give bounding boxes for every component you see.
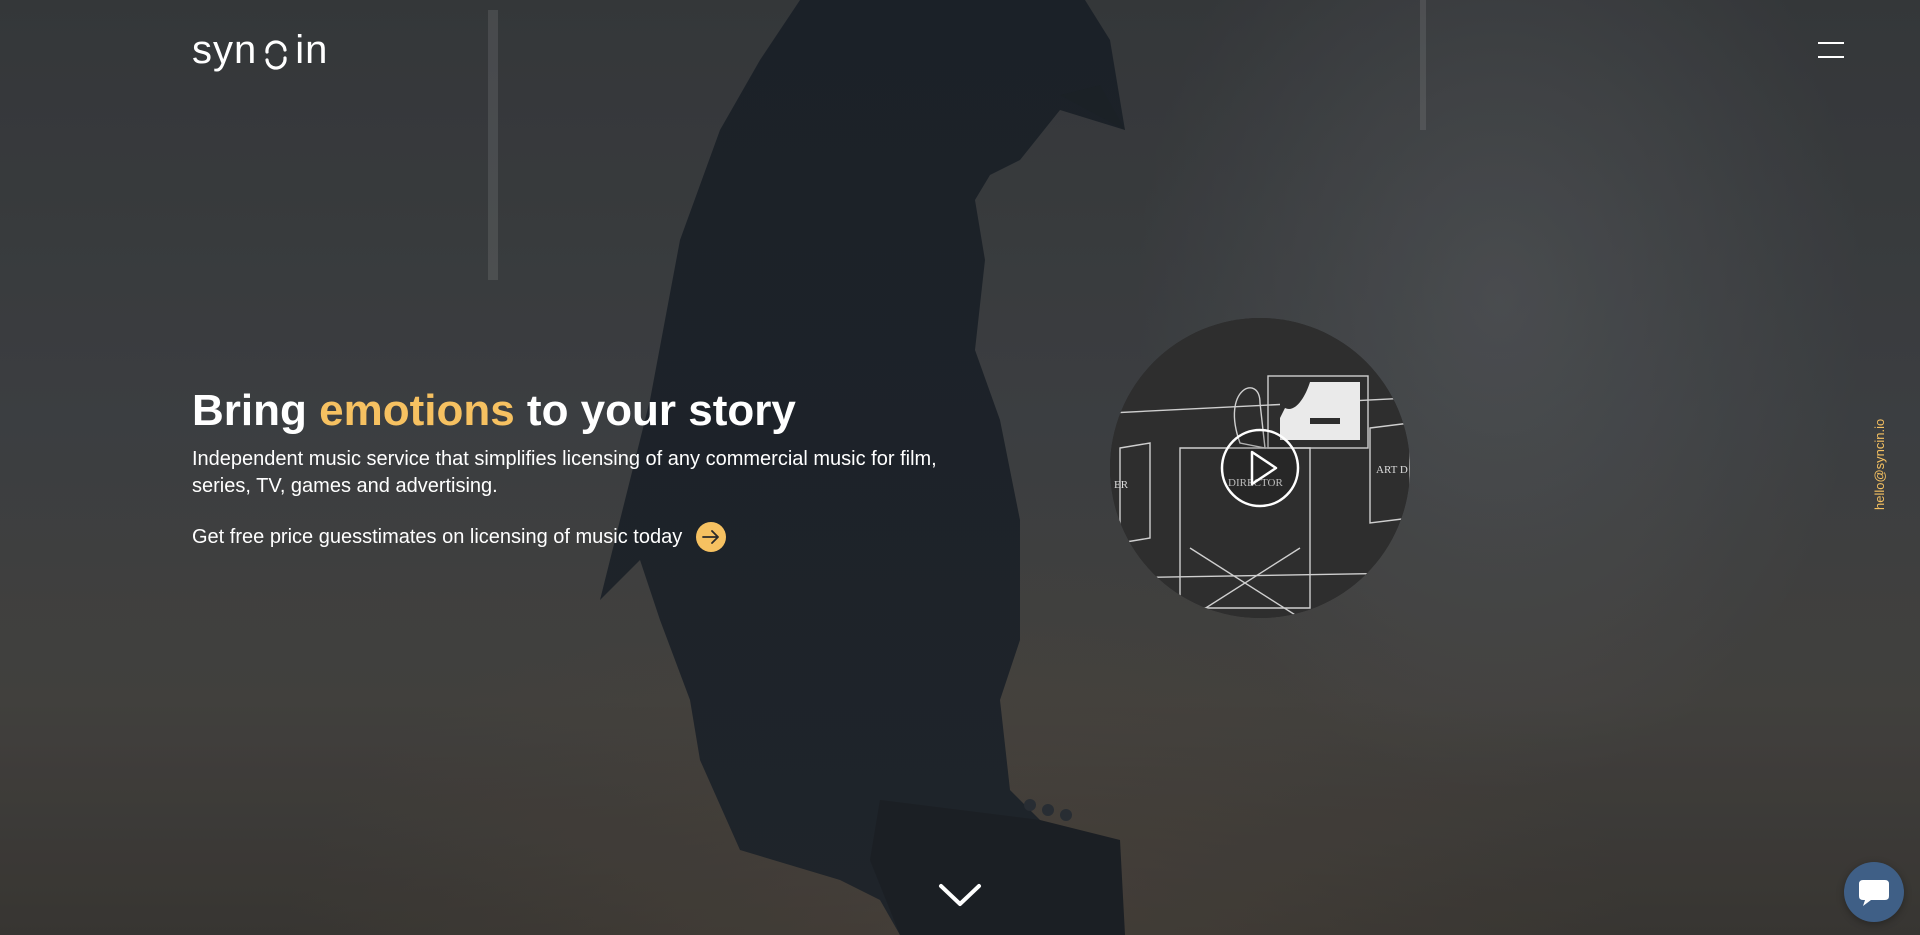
chat-bubble-icon: [1859, 880, 1889, 906]
chat-widget-button[interactable]: [1844, 862, 1904, 922]
chevron-down-icon: [939, 884, 981, 906]
scroll-down-button[interactable]: [938, 880, 982, 910]
contact-email-link[interactable]: hello@syncin.io: [1872, 419, 1887, 510]
cta-label: Get free price guesstimates on licensing…: [192, 525, 683, 548]
hero-headline: Bring emotions to your story: [192, 386, 796, 435]
price-estimate-link[interactable]: Get free price guesstimates on licensing…: [192, 522, 727, 552]
sync-arrows-icon: [263, 35, 289, 70]
play-icon[interactable]: [1220, 428, 1300, 508]
headline-accent-word: emotions: [319, 386, 515, 435]
hero-subtitle: Independent music service that simplifie…: [192, 448, 937, 497]
arrow-right-icon[interactable]: [696, 522, 727, 552]
logo-text-left: syn: [192, 27, 258, 72]
svg-text:ART D: ART D: [1376, 464, 1408, 476]
logo-text-right: in: [295, 27, 329, 72]
svg-text:ER: ER: [1114, 479, 1129, 491]
hamburger-menu-button[interactable]: [1818, 40, 1844, 60]
hamburger-icon: [1818, 42, 1844, 44]
site-logo[interactable]: syn in: [192, 27, 329, 72]
video-thumbnail[interactable]: ER DIRECTOR ART D: [1110, 318, 1410, 618]
